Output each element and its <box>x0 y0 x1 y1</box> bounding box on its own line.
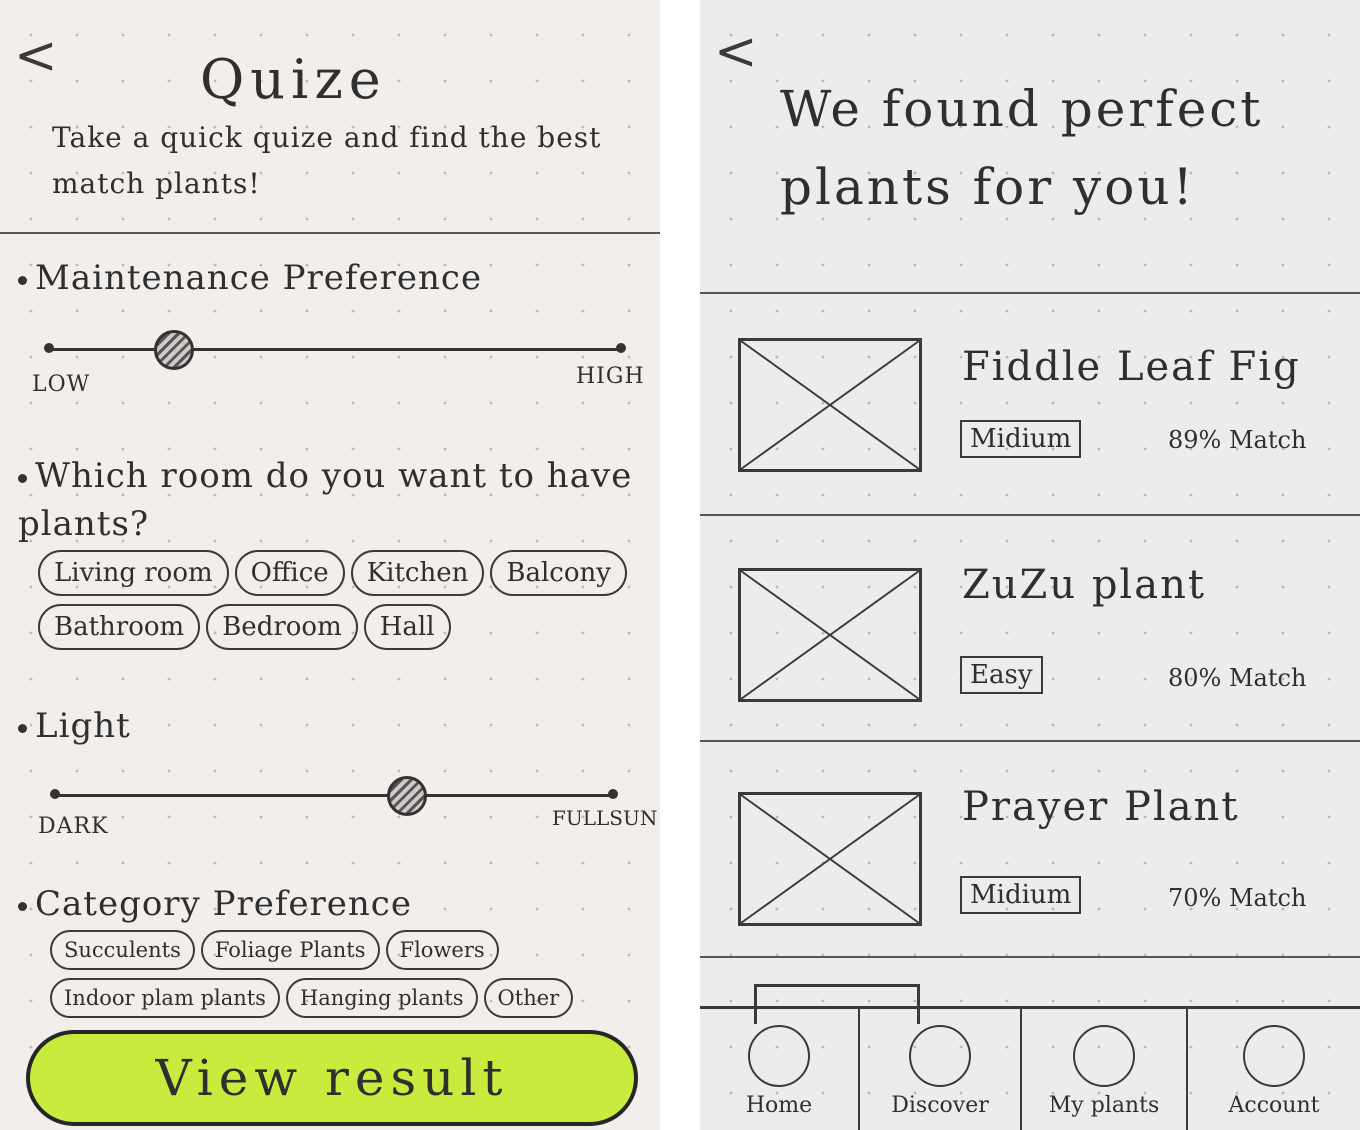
tab-my-plants[interactable]: My plants <box>1022 1009 1186 1130</box>
room-chip-group: Living room Office Kitchen Balcony Bathr… <box>38 550 638 650</box>
slider-end-point <box>616 343 626 353</box>
chip-balcony[interactable]: Balcony <box>490 550 627 596</box>
bullet-icon <box>18 473 27 483</box>
card-divider <box>700 956 1360 958</box>
slider-track <box>54 794 614 797</box>
view-result-button[interactable]: View result <box>26 1030 638 1126</box>
card-divider <box>700 740 1360 742</box>
results-title: We found perfect plants for you! <box>780 80 1264 216</box>
result-card[interactable]: ZuZu plant Easy 80% Match <box>700 528 1360 728</box>
tab-home[interactable]: Home <box>700 1009 858 1130</box>
slider-end-point <box>608 789 618 799</box>
light-slider[interactable] <box>50 768 618 828</box>
care-level-badge: Midium <box>960 876 1082 914</box>
plant-image-placeholder <box>738 338 922 472</box>
bottom-tab-bar: Home Discover My plants Account <box>700 1006 1360 1130</box>
maintenance-label: Maintenance Preference <box>35 258 483 298</box>
maintenance-slider[interactable] <box>44 322 626 382</box>
category-label: Category Preference <box>35 884 412 924</box>
bullet-icon <box>18 275 27 285</box>
result-card[interactable]: Fiddle Leaf Fig Midium 89% Match <box>700 310 1360 510</box>
tab-discover[interactable]: Discover <box>860 1009 1020 1130</box>
slider-start-point <box>44 343 54 353</box>
bullet-icon <box>18 901 27 911</box>
room-label: Which room do you want to have plants? <box>18 456 633 544</box>
match-percentage: 70% Match <box>1168 884 1307 912</box>
page-subtitle: Take a quick quize and find the best mat… <box>52 121 602 200</box>
tab-label: Home <box>745 1093 813 1118</box>
chip-foliage-plants[interactable]: Foliage Plants <box>200 930 380 970</box>
light-min-label: DARK <box>38 814 109 839</box>
light-slider-thumb[interactable] <box>386 776 427 816</box>
page-title: Quize <box>200 48 387 111</box>
tab-account[interactable]: Account <box>1188 1009 1360 1130</box>
room-section-heading: Which room do you want to have plants? <box>18 452 638 548</box>
maintenance-slider-thumb[interactable] <box>154 330 195 370</box>
match-percentage: 80% Match <box>1168 664 1307 692</box>
slider-start-point <box>50 789 60 799</box>
slider-track <box>48 348 622 351</box>
plant-image-placeholder <box>738 568 922 702</box>
back-button[interactable]: < <box>14 30 58 82</box>
chip-flowers[interactable]: Flowers <box>385 930 499 970</box>
chip-hall[interactable]: Hall <box>363 604 451 650</box>
chip-succulents[interactable]: Succulents <box>50 930 195 970</box>
light-label: Light <box>35 706 131 746</box>
discover-icon <box>909 1025 971 1087</box>
chip-office[interactable]: Office <box>234 550 345 596</box>
bullet-icon <box>18 723 27 733</box>
plant-name: Fiddle Leaf Fig <box>962 344 1301 390</box>
tab-label: Account <box>1228 1093 1320 1118</box>
tab-label: Discover <box>891 1093 989 1118</box>
chip-kitchen[interactable]: Kitchen <box>350 550 485 596</box>
plant-name: Prayer Plant <box>962 784 1240 830</box>
chip-other[interactable]: Other <box>483 978 574 1018</box>
my-plants-icon <box>1073 1025 1135 1087</box>
chip-bedroom[interactable]: Bedroom <box>206 604 358 650</box>
header-divider <box>0 232 660 234</box>
card-divider <box>700 514 1360 516</box>
chip-indoor-plam-plants[interactable]: Indoor plam plants <box>50 978 280 1018</box>
back-button[interactable]: < <box>714 26 758 78</box>
account-icon <box>1243 1025 1305 1087</box>
result-card[interactable]: Prayer Plant Midium 70% Match <box>700 752 1360 952</box>
plant-name: ZuZu plant <box>962 562 1206 608</box>
chip-bathroom[interactable]: Bathroom <box>38 604 201 650</box>
category-section-heading: Category Preference <box>18 884 412 924</box>
care-level-badge: Midium <box>960 420 1082 458</box>
category-chip-group: Succulents Foliage Plants Flowers Indoor… <box>50 930 650 1018</box>
care-level-badge: Easy <box>960 656 1043 694</box>
maintenance-section-heading: Maintenance Preference <box>18 258 482 298</box>
chip-living-room[interactable]: Living room <box>38 550 229 596</box>
chip-hanging-plants[interactable]: Hanging plants <box>285 978 478 1018</box>
home-icon <box>748 1025 810 1087</box>
maintenance-max-label: HIGH <box>576 364 645 389</box>
light-section-heading: Light <box>18 706 131 746</box>
header-divider <box>700 292 1360 294</box>
results-screen: < We found perfect plants for you! Fiddl… <box>700 0 1360 1130</box>
screen-gap <box>660 0 700 1130</box>
light-max-label: FULLSUN <box>552 806 658 830</box>
tab-label: My plants <box>1048 1093 1160 1118</box>
quiz-screen: < Quize Take a quick quize and find the … <box>0 0 660 1130</box>
plant-image-placeholder <box>738 792 922 926</box>
maintenance-min-label: LOW <box>32 372 91 397</box>
match-percentage: 89% Match <box>1168 426 1307 454</box>
